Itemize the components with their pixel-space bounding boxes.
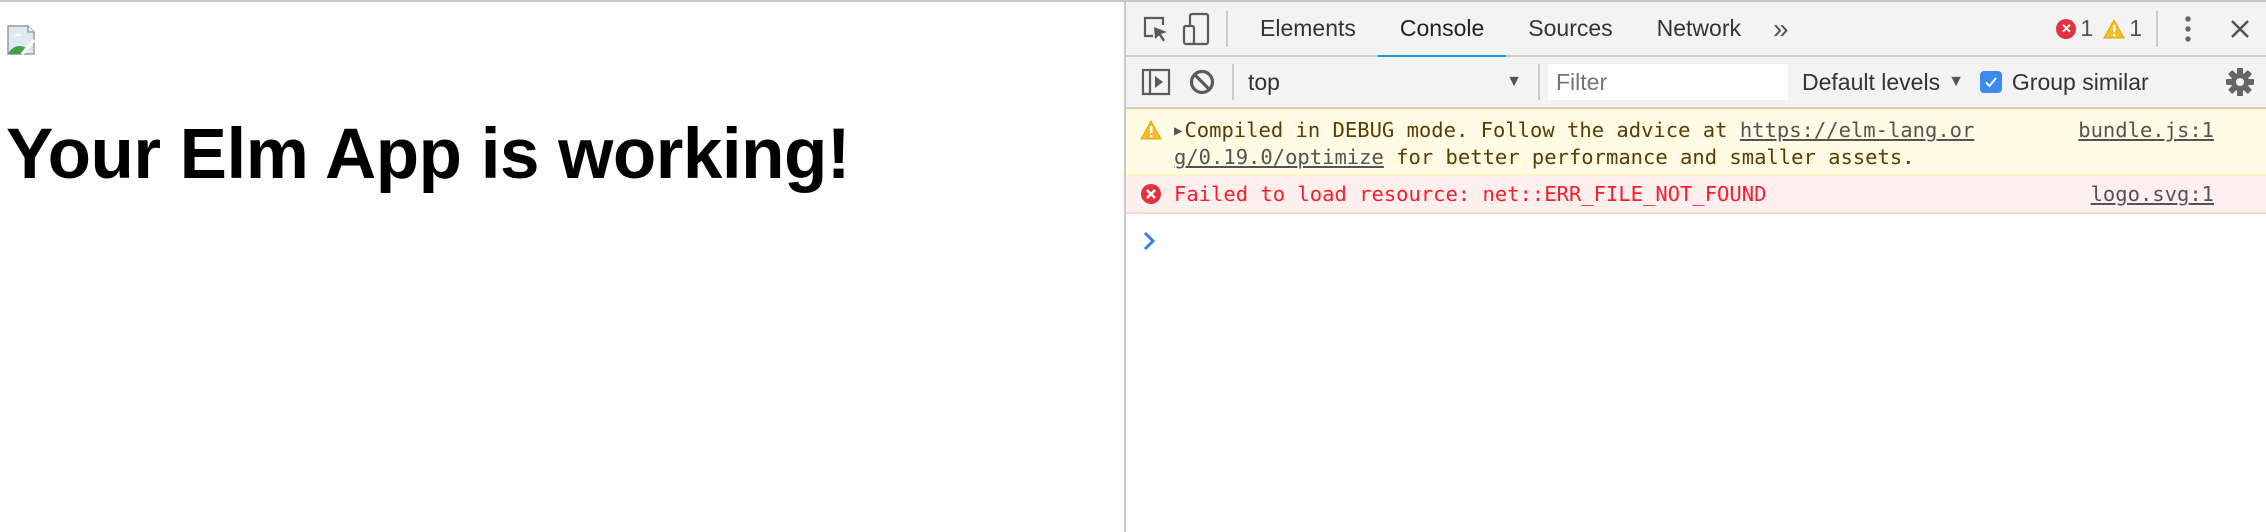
warning-text-suffix: for better performance and smaller asset… — [1383, 145, 1915, 169]
broken-image-icon — [7, 25, 36, 55]
source-link[interactable]: logo.svg:1 — [2091, 181, 2214, 207]
tab-network[interactable]: Network — [1635, 1, 1763, 56]
page-viewport: Your Elm App is working! — [0, 2, 1124, 532]
tab-elements[interactable]: Elements — [1238, 1, 1378, 56]
console-message-error[interactable]: Failed to load resource: net::ERR_FILE_N… — [1126, 176, 2266, 214]
tab-sources[interactable]: Sources — [1506, 1, 1634, 56]
group-similar-checkbox[interactable]: Group similar — [1979, 68, 2149, 96]
chevron-down-icon: ▼ — [1948, 73, 1964, 90]
warning-icon — [1140, 119, 1162, 140]
toolbar-divider — [1538, 64, 1540, 100]
context-selector[interactable]: top ▼ — [1244, 69, 1534, 96]
close-icon[interactable] — [2214, 3, 2266, 55]
more-options-icon[interactable] — [2162, 3, 2214, 55]
source-link[interactable]: bundle.js:1 — [2078, 117, 2214, 143]
issue-counters[interactable]: ✕ 1 1 — [2056, 3, 2266, 55]
toolbar-divider — [1232, 64, 1234, 100]
group-similar-label: Group similar — [2011, 68, 2149, 95]
warning-text-prefix: Compiled in DEBUG mode. Follow the advic… — [1184, 118, 1740, 142]
gear-icon[interactable] — [2222, 64, 2258, 100]
expand-triangle-icon[interactable]: ▶ — [1174, 123, 1182, 139]
device-toolbar-icon[interactable] — [1176, 9, 1216, 49]
context-value: top — [1248, 68, 1280, 95]
console-message-warning[interactable]: ▶Compiled in DEBUG mode. Follow the advi… — [1126, 109, 2266, 176]
page-heading: Your Elm App is working! — [6, 115, 851, 194]
toolbar-divider — [2156, 10, 2158, 47]
chevron-down-icon: ▼ — [1506, 73, 1522, 90]
log-levels-dropdown[interactable]: Default levels ▼ — [1802, 69, 1964, 96]
toolbar-divider — [1226, 10, 1228, 47]
checkbox-checked-icon[interactable] — [1979, 71, 2002, 93]
devtools-panel: Elements Console Sources Network » ✕ 1 1 — [1124, 2, 2266, 532]
optimize-link-continued[interactable]: g/0.19.0/optimize — [1174, 145, 1384, 169]
error-text: Failed to load resource: net::ERR_FILE_N… — [1174, 182, 1767, 206]
warning-count: 1 — [2129, 15, 2142, 41]
element-picker-icon[interactable] — [1136, 9, 1176, 49]
error-icon: ✕ — [2056, 18, 2077, 39]
optimize-link[interactable]: https://elm-lang.or — [1740, 118, 1975, 142]
filter-input[interactable] — [1548, 64, 1788, 100]
show-sidebar-icon[interactable] — [1136, 62, 1176, 102]
clear-console-icon[interactable] — [1182, 62, 1222, 102]
console-toolbar: top ▼ Default levels ▼ Group similar — [1126, 57, 2266, 109]
devtools-main-toolbar: Elements Console Sources Network » ✕ 1 1 — [1126, 1, 2266, 58]
console-prompt-icon[interactable] — [1140, 229, 1160, 253]
console-messages: ▶Compiled in DEBUG mode. Follow the advi… — [1126, 109, 2266, 251]
log-levels-label: Default levels — [1802, 68, 1941, 95]
warning-icon — [2103, 18, 2126, 38]
tab-console[interactable]: Console — [1377, 1, 1507, 58]
error-count: 1 — [2080, 15, 2094, 41]
error-icon — [1141, 184, 1161, 204]
more-tabs-icon[interactable]: » — [1763, 13, 1799, 45]
